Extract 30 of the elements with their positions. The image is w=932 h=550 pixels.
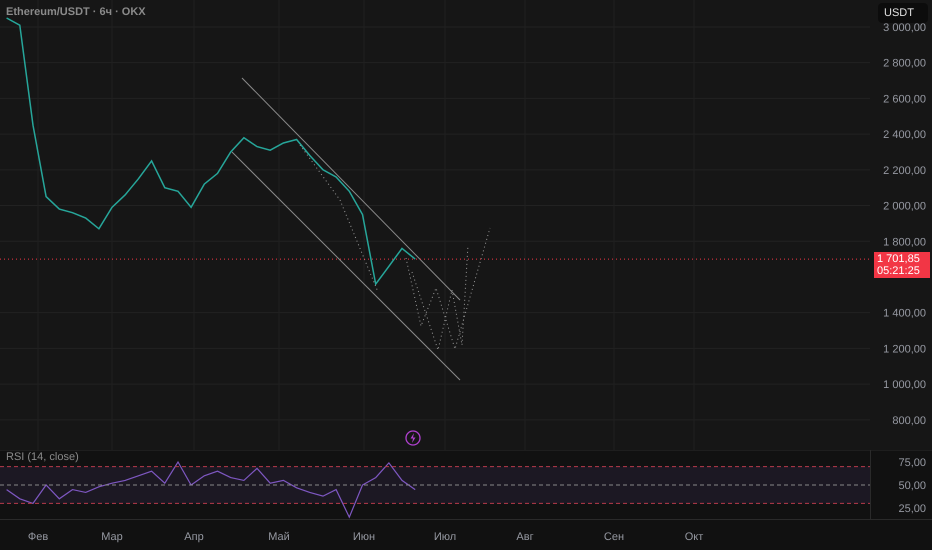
- price-axis-label: 1 800,00: [883, 236, 926, 248]
- month-label: Июн: [352, 530, 376, 545]
- month-label: Сен: [604, 530, 624, 545]
- month-label: Мар: [101, 530, 123, 545]
- price-axis-label: 2 600,00: [883, 93, 926, 106]
- price-axis-label: 3 000,00: [883, 22, 926, 34]
- price-axis-label: 1 400,00: [883, 308, 926, 320]
- price-text: 1 701,85: [877, 253, 921, 266]
- month-label: Июл: [434, 530, 456, 545]
- price-axis-label: 1 200,00: [883, 343, 926, 356]
- rsi-label: RSI (14, close): [4, 451, 81, 463]
- month-label: Фев: [28, 530, 48, 545]
- rsi-axis-label: 25,00: [898, 503, 926, 516]
- rsi-axis-label: 75,00: [898, 456, 926, 469]
- month-label: Май: [268, 530, 290, 545]
- month-label: Авг: [516, 530, 534, 545]
- projection-drawing[interactable]: [300, 144, 490, 352]
- month-label: Апр: [184, 530, 204, 545]
- month-label: Окт: [684, 530, 704, 545]
- price-axis-label: 2 200,00: [883, 164, 926, 177]
- currency-button[interactable]: USDT: [878, 3, 928, 23]
- price-axis-label: 2 400,00: [883, 129, 926, 142]
- lightning-icon[interactable]: [405, 430, 421, 446]
- rsi-axis-label: 50,00: [898, 480, 926, 492]
- price-axis-label: 2 800,00: [883, 58, 926, 70]
- price-axis-label: 800,00: [892, 414, 926, 427]
- chart-title: Ethereum/USDT · 6ч · OKX: [6, 5, 146, 20]
- countdown-text: 05:21:25: [877, 265, 921, 278]
- price-axis-label: 2 000,00: [883, 200, 926, 213]
- price-axis-label: 1 000,00: [883, 379, 926, 392]
